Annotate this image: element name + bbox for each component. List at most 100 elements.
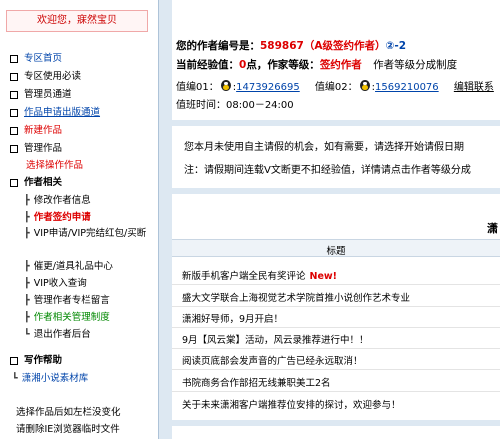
author-number-line: 您的作者编号是：589867（A级签约作者）②-2 bbox=[176, 38, 406, 53]
footer-tip-line2: 请删除IE浏览器临时文件 bbox=[16, 424, 120, 435]
news-item[interactable]: 潇湘好导师，9月开启！ bbox=[182, 311, 283, 325]
material-library-link[interactable]: ┗ 潇湘小说素材库 bbox=[12, 370, 88, 384]
news-item[interactable]: 盛大文学联合上海视觉艺术学院首推小说创作艺术专业 bbox=[182, 290, 410, 304]
branch-icon: ┣ bbox=[24, 212, 30, 223]
link-label: 管理作者专栏留言 bbox=[33, 295, 110, 306]
news-title: 新版手机客户端全民有奖评论 bbox=[182, 271, 306, 282]
news-table-header: 标题 bbox=[172, 239, 500, 257]
main-content: 您的作者编号是：589867（A级签约作者）②-2 当前经验值：0点，作家等级：… bbox=[172, 0, 500, 439]
splitter bbox=[159, 0, 171, 439]
branch-icon: ┣ bbox=[24, 278, 30, 289]
edit-contact-link[interactable]: 编辑联系 bbox=[454, 82, 494, 93]
divider bbox=[172, 306, 500, 307]
news-item[interactable]: 新版手机客户端全民有奖评论 New! bbox=[182, 268, 337, 282]
exp-unit: 点， bbox=[246, 59, 268, 71]
duty1-qq-link[interactable]: 1473926695 bbox=[236, 82, 300, 93]
branch-icon: ┣ bbox=[24, 295, 30, 306]
news-panel: 潇 标题 新版手机客户端全民有奖评论 New! 盛大文学联合上海视觉艺术学院首推小… bbox=[172, 194, 500, 420]
branch-icon: ┗ bbox=[24, 329, 30, 340]
divider bbox=[172, 391, 500, 392]
sidebar-item-label: 专区首页 bbox=[24, 53, 63, 64]
branch-icon: ┣ bbox=[24, 195, 30, 206]
sign-apply-link[interactable]: ┣ 作者签约申请 bbox=[24, 209, 91, 223]
news-item[interactable]: 关于未来潇湘客户端推荐位安排的探讨，欢迎参与！ bbox=[182, 397, 401, 411]
sidebar-item-label: 专区使用必读 bbox=[24, 71, 82, 82]
news-item[interactable]: 阅读页底部会发声音的广告已经永远取消！ bbox=[182, 353, 363, 367]
checkbox-icon bbox=[10, 72, 18, 81]
news-item[interactable]: 书院商务合作部招无线兼职美工2名 bbox=[182, 375, 331, 389]
leave-notice: 您本月未使用自主请假的机会，如有需要，请选择开始请假日期 bbox=[184, 142, 464, 153]
hours-value: 08:00－24:00 bbox=[226, 100, 294, 111]
branch-icon: ┣ bbox=[24, 312, 30, 323]
sidebar: 欢迎您，寐然宝贝 专区首页 专区使用必读 管理员通道 作品申请出版通道 新建作品… bbox=[0, 0, 159, 439]
grade-note[interactable]: 作者等级分成制度 bbox=[373, 59, 457, 71]
vip-income-link[interactable]: ┣ VIP收入查询 bbox=[24, 275, 87, 289]
link-label: VIP收入查询 bbox=[33, 278, 87, 289]
branch-icon: ┣ bbox=[24, 261, 30, 272]
author-number-label: 您的作者编号是： bbox=[176, 40, 260, 52]
sidebar-item-admin[interactable]: 管理员通道 bbox=[10, 86, 72, 100]
duty-editors-line: 值编01：:1473926695 值编02：:1569210076 编辑联系 bbox=[176, 80, 494, 93]
logout-link[interactable]: ┗ 退出作者后台 bbox=[24, 326, 91, 340]
sidebar-item-publish[interactable]: 作品申请出版通道 bbox=[10, 104, 100, 118]
notice-panel: 您本月未使用自主请假的机会，如有需要，请选择开始请假日期 注：请假期间连载V文断… bbox=[172, 126, 500, 188]
divider bbox=[172, 284, 500, 285]
author-level-badge: （A级签约作者） bbox=[303, 40, 386, 52]
leave-rule-note: 注：请假期间连载V文断更不扣经验值，详情请点击作者等级分成 bbox=[184, 165, 471, 176]
greeting: 欢迎您，寐然宝贝 bbox=[6, 10, 148, 32]
author-level-extra: ②-2 bbox=[385, 40, 407, 52]
select-work-link[interactable]: 选择操作作品 bbox=[26, 157, 83, 171]
sidebar-item-new-work[interactable]: 新建作品 bbox=[10, 122, 62, 136]
link-label: VIP申请/VIP完结红包/买断 bbox=[33, 228, 147, 239]
sidebar-item-label: 管理作品 bbox=[24, 143, 63, 154]
divider bbox=[172, 327, 500, 328]
section-title-text: 写作帮助 bbox=[24, 355, 63, 366]
grade-label: 作家等级： bbox=[267, 59, 320, 71]
author-rules-link[interactable]: ┣ 作者相关管理制度 bbox=[24, 309, 110, 323]
sidebar-item-home[interactable]: 专区首页 bbox=[10, 50, 62, 64]
sidebar-item-guide[interactable]: 专区使用必读 bbox=[10, 68, 81, 82]
bottom-panel bbox=[172, 426, 500, 439]
duty-hours-line: 值班时间：08:00－24:00 bbox=[176, 96, 294, 111]
author-section-title: 作者相关 bbox=[10, 174, 62, 188]
section-title-text: 作者相关 bbox=[24, 177, 63, 188]
link-label: 潇湘小说素材库 bbox=[21, 373, 89, 384]
help-section-title: 写作帮助 bbox=[10, 352, 62, 366]
column-header-title: 标题 bbox=[326, 246, 346, 257]
link-label: 作者相关管理制度 bbox=[33, 312, 110, 323]
sidebar-item-label: 新建作品 bbox=[24, 125, 63, 136]
author-column-comments-link[interactable]: ┣ 管理作者专栏留言 bbox=[24, 292, 110, 306]
author-info-panel: 您的作者编号是：589867（A级签约作者）②-2 当前经验值：0点，作家等级：… bbox=[172, 0, 500, 120]
news-section-title: 潇 bbox=[487, 222, 498, 235]
checkbox-icon bbox=[10, 178, 18, 187]
sidebar-item-manage-work[interactable]: 管理作品 bbox=[10, 140, 62, 154]
duty2-qq-link[interactable]: 1569210076 bbox=[375, 82, 439, 93]
divider bbox=[172, 369, 500, 370]
link-label: 催更/道具礼品中心 bbox=[33, 261, 113, 272]
news-item[interactable]: 9月【风云棠】活动，风云录推荐进行中！！ bbox=[182, 332, 369, 346]
qq-icon bbox=[220, 80, 231, 91]
checkbox-icon bbox=[10, 108, 18, 117]
qq-icon bbox=[359, 80, 370, 91]
branch-icon: ┗ bbox=[12, 373, 18, 384]
exp-label: 当前经验值： bbox=[176, 59, 239, 71]
branch-icon: ┣ bbox=[24, 228, 30, 239]
experience-line: 当前经验值：0点，作家等级：签约作者 作者等级分成制度 bbox=[176, 57, 457, 72]
link-label: 退出作者后台 bbox=[33, 329, 91, 340]
footer-tip-line1: 选择作品后如左栏没变化 bbox=[16, 407, 121, 418]
sidebar-item-label: 作品申请出版通道 bbox=[24, 107, 101, 118]
duty1-label: 值编01： bbox=[176, 82, 219, 93]
duty2-label: 值编02： bbox=[314, 82, 358, 93]
gift-center-link[interactable]: ┣ 催更/道具礼品中心 bbox=[24, 258, 113, 272]
grade-value: 签约作者 bbox=[319, 59, 362, 71]
checkbox-icon bbox=[10, 126, 18, 135]
link-label: 修改作者信息 bbox=[33, 195, 91, 206]
checkbox-icon bbox=[10, 90, 18, 99]
link-label: 作者签约申请 bbox=[33, 212, 91, 223]
vip-apply-link[interactable]: ┣ VIP申请/VIP完结红包/买断 bbox=[24, 226, 154, 242]
new-badge: New! bbox=[309, 271, 338, 282]
divider bbox=[172, 348, 500, 349]
edit-author-info-link[interactable]: ┣ 修改作者信息 bbox=[24, 192, 91, 206]
checkbox-icon bbox=[10, 356, 18, 365]
sidebar-item-label: 管理员通道 bbox=[24, 89, 72, 100]
